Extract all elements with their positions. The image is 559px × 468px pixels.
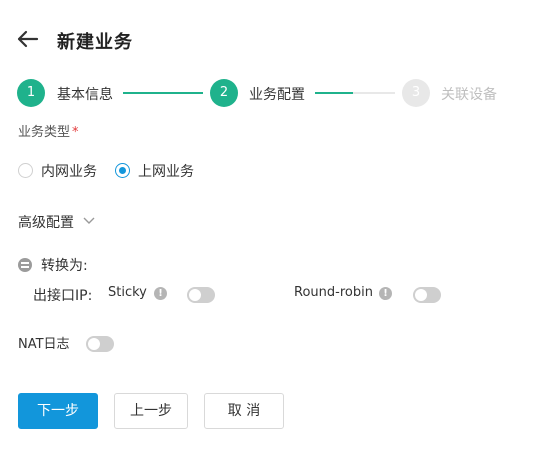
radio-internet-business[interactable]: 上网业务 [115,160,197,180]
out-interface-row: 出接口IP: Sticky ! Round-robin ! [33,285,553,305]
page-title: 新建业务 [57,32,133,53]
prev-step-button[interactable]: 上一步 [114,393,188,429]
out-interface-label: 出接口IP: [33,288,93,304]
step-2-label: 业务配置 [249,87,305,103]
round-robin-label: Round-robin [294,285,373,300]
business-type-text: 业务类型 [18,125,71,140]
step-1-circle: 1 [17,79,45,107]
arrow-left-icon[interactable] [16,28,40,50]
stepper: 1 基本信息 2 业务配置 3 关联设备 [17,79,557,107]
radio-dot[interactable] [115,163,130,178]
required-mark: * [72,125,79,140]
step-connector-2-todo [353,92,395,94]
radio-label: 内网业务 [41,164,97,180]
info-icon[interactable]: ! [379,287,392,300]
step-1-label: 基本信息 [57,87,113,103]
step-3-circle: 3 [402,79,430,107]
round-robin-toggle[interactable] [413,287,441,303]
step-connector-1 [123,92,203,94]
nat-log-label: NAT日志 [18,337,70,352]
radio-label: 上网业务 [138,164,194,180]
step-2-circle: 2 [210,79,238,107]
step-connector-2-done [315,92,353,94]
chevron-down-icon [83,217,95,224]
info-icon[interactable]: ! [154,287,167,300]
step-3-label: 关联设备 [441,87,497,103]
convert-label: 转换为: [41,258,88,274]
advanced-config-toggle[interactable]: 高级配置 [18,212,95,232]
business-type-label: 业务类型 * [18,121,79,140]
sticky-label: Sticky [108,285,147,300]
sticky-toggle[interactable] [187,287,215,303]
advanced-config-label: 高级配置 [18,215,74,231]
radio-dot[interactable] [18,163,33,178]
convert-icon [18,258,32,272]
cancel-button[interactable]: 取 消 [204,393,284,429]
radio-intranet-business[interactable]: 内网业务 [18,160,100,180]
nat-log-toggle[interactable] [86,336,114,352]
next-step-button[interactable]: 下一步 [18,393,98,429]
page-header: 新建业务 [0,0,559,80]
